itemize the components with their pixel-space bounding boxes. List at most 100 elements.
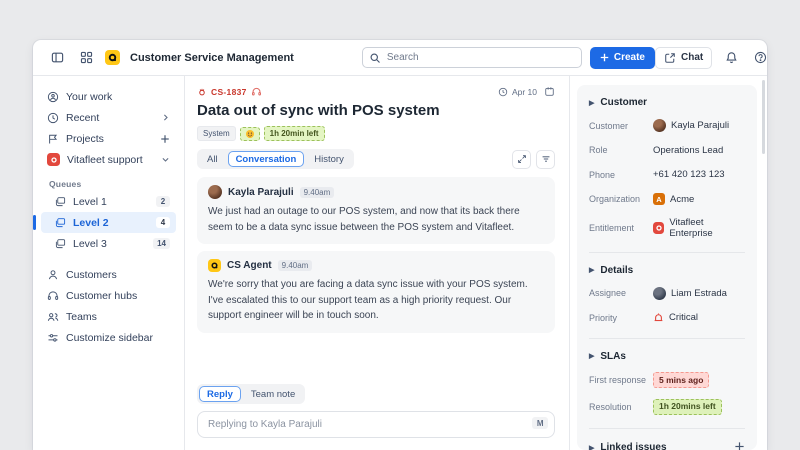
field-value[interactable]: A Acme: [653, 193, 694, 205]
queue-label: Level 3: [73, 237, 107, 250]
field-value[interactable]: Liam Estrada: [653, 286, 727, 300]
ticket-type-icon: [199, 88, 205, 95]
conversation-tab-group: All Conversation History: [197, 149, 354, 170]
app-switcher-icon[interactable]: [76, 48, 96, 68]
tab-reply[interactable]: Reply: [199, 386, 241, 402]
create-button-label: Create: [613, 52, 645, 63]
field-value[interactable]: Vitafleet Enterprise: [653, 217, 745, 239]
sidebar-queue-level-3[interactable]: Level 3 14: [41, 233, 176, 254]
board-icon[interactable]: [544, 86, 555, 97]
org-name: Acme: [670, 193, 695, 205]
message-text: We're sorry that you are facing a data s…: [208, 279, 528, 322]
priority-value: Critical: [669, 312, 699, 323]
sidebar-toggle-icon[interactable]: [47, 48, 67, 68]
markdown-shortcut-badge[interactable]: M: [532, 417, 548, 429]
conversation-tools: [512, 149, 555, 169]
field-resolution: Resolution 1h 20mins left: [589, 398, 745, 415]
field-label: Entitlement: [589, 222, 635, 233]
sidebar-item-your-work[interactable]: Your work: [41, 86, 176, 107]
search-input[interactable]: [361, 47, 582, 68]
message-card[interactable]: Kayla Parajuli 9.40am We just had an out…: [197, 177, 555, 245]
sidebar-item-customer-hubs[interactable]: Customer hubs: [41, 285, 176, 306]
sla-countdown-tag[interactable]: 1h 20min left: [263, 126, 325, 142]
message-list: Kayla Parajuli 9.40am We just had an out…: [197, 177, 555, 333]
queue-count-badge: 4: [156, 217, 170, 228]
field-value[interactable]: +61 420 123 123: [653, 169, 725, 180]
add-linked-issue-icon[interactable]: [734, 441, 745, 450]
details-section-header[interactable]: ▶ Details: [589, 265, 745, 276]
scrollbar-thumb[interactable]: [762, 80, 765, 154]
conversation-tabs-row: All Conversation History: [197, 149, 555, 170]
critical-priority-icon: [654, 313, 663, 322]
ticket-meta-right: Apr 10: [498, 86, 555, 97]
queue-label: Level 1: [73, 195, 107, 208]
app-title: Customer Service Management: [130, 51, 294, 64]
field-value[interactable]: Critical: [653, 312, 698, 323]
queues-section-label: Queues: [49, 179, 82, 189]
field-assignee: Assignee Liam Estrada: [589, 286, 745, 300]
tab-conversation[interactable]: Conversation: [227, 151, 305, 168]
details-rail: ▶ Customer Customer Kayla Parajuli Role …: [569, 76, 767, 450]
customer-section-header[interactable]: ▶ Customer: [589, 97, 745, 108]
first-response-sla-badge: 5 mins ago: [653, 372, 710, 389]
person-icon: [48, 269, 58, 279]
top-bar: Customer Service Management Create Chat: [33, 40, 767, 76]
headset-icon: [251, 87, 261, 96]
ticket-meta-row: CS-1837 Apr 10: [197, 86, 555, 97]
help-icon[interactable]: [750, 48, 767, 68]
sidebar-item-projects[interactable]: Projects: [41, 128, 176, 149]
sidebar-item-teams[interactable]: Teams: [41, 306, 176, 327]
sidebar-item-label: Recent: [66, 111, 100, 124]
customer-avatar: [653, 119, 666, 132]
sidebar-item-label: Customer hubs: [66, 289, 138, 302]
add-project-icon[interactable]: [160, 134, 170, 144]
tab-history[interactable]: History: [306, 151, 352, 167]
field-value[interactable]: Operations Lead: [653, 145, 723, 156]
ticket-tags: System 1h 20min left: [197, 126, 555, 142]
field-value[interactable]: Kayla Parajuli: [653, 119, 729, 132]
field-phone: Phone +61 420 123 123: [589, 168, 745, 182]
sentiment-tag[interactable]: [239, 126, 260, 141]
smiley-face-icon: [245, 129, 254, 138]
sidebar-item-label: Vitafleet support: [67, 153, 143, 166]
linked-issues-header[interactable]: ▶ Linked issues: [589, 441, 745, 450]
tab-team-note[interactable]: Team note: [243, 386, 303, 402]
assignee-avatar: [653, 286, 666, 300]
notifications-bell-icon[interactable]: [721, 48, 741, 68]
slas-section-header[interactable]: ▶ SLAs: [589, 351, 745, 362]
sidebar-item-label: Teams: [66, 310, 97, 323]
chat-button-label: Chat: [680, 52, 704, 63]
sidebar-item-label: Projects: [66, 132, 104, 145]
field-label: Resolution: [589, 401, 632, 412]
message-header: CS Agent 9.40am: [208, 259, 544, 273]
reply-input[interactable]: [197, 411, 555, 438]
section-title: Customer: [600, 97, 648, 108]
field-priority: Priority Critical: [589, 311, 745, 325]
details-panel: ▶ Customer Customer Kayla Parajuli Role …: [577, 85, 757, 450]
system-tag[interactable]: System: [197, 126, 236, 142]
chat-button[interactable]: Chat: [654, 46, 713, 69]
sliders-icon: [48, 333, 58, 342]
expand-icon[interactable]: [512, 149, 531, 169]
linked-issues-section: ▶ Linked issues: [589, 429, 745, 450]
ticket-main: CS-1837 Apr 10 Data out of sync with POS…: [185, 76, 569, 450]
vitafleet-product-icon: [653, 221, 665, 234]
field-label: Phone: [589, 169, 616, 180]
queue-icon: [55, 218, 66, 228]
sidebar-item-recent[interactable]: Recent: [41, 107, 176, 128]
reply-tabs-row: Reply Team note: [197, 384, 555, 404]
message-card[interactable]: CS Agent 9.40am We're sorry that you are…: [197, 251, 555, 333]
left-sidebar: Your work Recent Projects Vitafleet supp…: [33, 76, 185, 450]
tab-all[interactable]: All: [199, 151, 226, 167]
sidebar-queue-level-2[interactable]: Level 2 4: [33, 212, 176, 233]
sidebar-item-customize[interactable]: Customize sidebar: [41, 327, 176, 348]
sidebar-queue-level-1[interactable]: Level 1 2: [41, 191, 176, 212]
ticket-id[interactable]: CS-1837: [211, 87, 247, 97]
vitafleet-project-icon: [47, 153, 60, 166]
section-triangle-icon: ▶: [589, 444, 595, 450]
filter-icon[interactable]: [536, 149, 555, 169]
sidebar-item-project-vitafleet[interactable]: Vitafleet support: [41, 149, 176, 170]
sidebar-item-customers[interactable]: Customers: [41, 264, 176, 285]
create-button[interactable]: Create: [589, 46, 655, 69]
app-body: Your work Recent Projects Vitafleet supp…: [33, 76, 767, 450]
